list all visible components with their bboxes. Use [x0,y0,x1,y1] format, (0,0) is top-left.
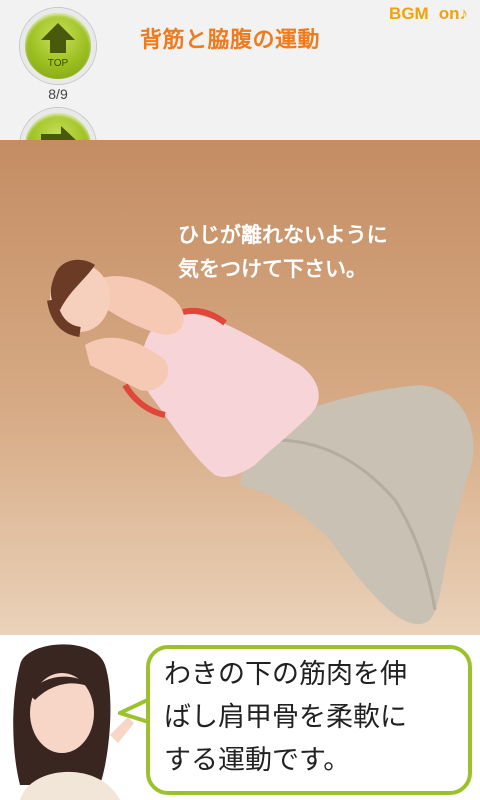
top-button[interactable]: TOP [20,8,96,84]
speech-bubble-text: わきの下の筋肉を伸 ばし肩甲骨を柔軟に する運動です。 [164,659,407,776]
speech-bubble: わきの下の筋肉を伸 ばし肩甲骨を柔軟に する運動です。 [146,645,472,795]
bottom-panel: わきの下の筋肉を伸 ばし肩甲骨を柔軟に する運動です。 [0,635,480,800]
instruction-text: ひじが離れないように 気をつけて下さい。 [178,223,388,281]
bgm-label: BGM [389,4,429,23]
bgm-toggle[interactable]: BGM on♪ [389,4,468,24]
bgm-state: on♪ [438,4,468,23]
page-counter: 8/9 [48,86,68,102]
exercise-figure [47,259,474,625]
up-arrow-icon [41,23,75,53]
header: TOP 8/9 次へ 背筋と脇腹の運動 BGMon♪ [0,0,480,184]
exercise-illustration: ひじが離れないように 気をつけて下さい。 [0,140,480,635]
top-button-label: TOP [47,58,69,69]
page-title: 背筋と脇腹の運動 [140,28,321,53]
